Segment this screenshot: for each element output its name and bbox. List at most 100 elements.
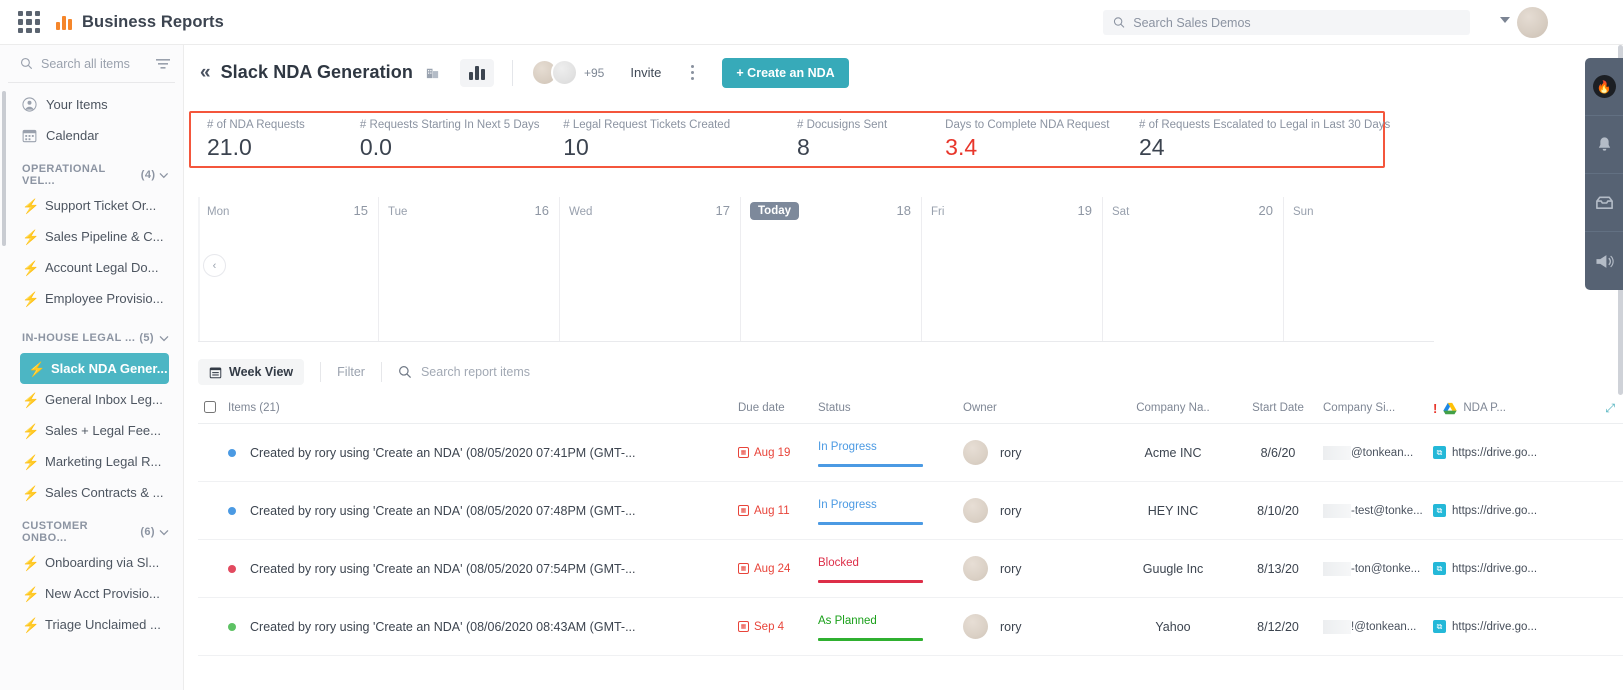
kpi-requests-next-5-days[interactable]: # Requests Starting In Next 5 Days 0.0 xyxy=(344,119,547,161)
row-nda-cell[interactable]: ⧉ https://drive.go... xyxy=(1433,504,1563,517)
header-start-date[interactable]: Start Date xyxy=(1233,402,1323,414)
row-status-cell[interactable]: In Progress xyxy=(818,439,963,467)
row-title-cell[interactable]: Created by rory using 'Create an NDA' (0… xyxy=(228,446,738,460)
sidebar-item-marketing-legal-review[interactable]: ⚡ Marketing Legal R... xyxy=(0,446,183,477)
row-company-name[interactable]: Acme INC xyxy=(1113,446,1233,460)
expand-table-icon[interactable]: ⤢ xyxy=(1605,401,1615,416)
row-nda-cell[interactable]: ⧉ https://drive.go... xyxy=(1433,620,1563,633)
sidebar-group-in-house-legal[interactable]: IN-HOUSE LEGAL ... (5) xyxy=(0,323,183,353)
row-status-cell[interactable]: Blocked xyxy=(818,555,963,583)
global-search-input[interactable] xyxy=(1133,16,1460,30)
row-nda-cell[interactable]: ⧉ https://drive.go... xyxy=(1433,562,1563,575)
collapse-sidebar-icon[interactable]: « xyxy=(200,62,209,84)
filter-button[interactable]: Filter xyxy=(337,365,365,379)
filter-icon[interactable] xyxy=(155,57,171,71)
calendar-day-sun[interactable]: Sun xyxy=(1284,197,1434,342)
row-owner-cell[interactable]: rory xyxy=(963,440,1113,465)
invite-button[interactable]: Invite xyxy=(630,65,661,80)
sidebar-group-operational-velocity[interactable]: OPERATIONAL VEL... (4) xyxy=(0,160,183,190)
row-nda-link[interactable]: https://drive.go... xyxy=(1452,447,1544,459)
sidebar-search[interactable] xyxy=(8,45,175,83)
kpi-escalated-last-30-days[interactable]: # of Requests Escalated to Legal in Last… xyxy=(1123,119,1383,161)
table-row[interactable]: Created by rory using 'Create an NDA' (0… xyxy=(198,424,1623,482)
table-row[interactable]: Created by rory using 'Create an NDA' (0… xyxy=(198,540,1623,598)
select-all-checkbox[interactable] xyxy=(204,401,216,413)
row-owner-cell[interactable]: rory xyxy=(963,614,1113,639)
sidebar-item-calendar[interactable]: Calendar xyxy=(0,120,183,151)
row-due-date-cell[interactable]: ▦ Aug 24 xyxy=(738,563,818,575)
row-title-cell[interactable]: Created by rory using 'Create an NDA' (0… xyxy=(228,562,738,576)
row-company-size-cell[interactable]: -test@tonke... xyxy=(1323,504,1433,518)
sidebar-search-input[interactable] xyxy=(41,57,153,71)
kpi-legal-tickets-created[interactable]: # Legal Request Tickets Created 10 xyxy=(547,119,781,161)
row-company-size-cell[interactable]: @tonkean... xyxy=(1323,446,1433,460)
row-company-name[interactable]: HEY INC xyxy=(1113,504,1233,518)
calendar-day-thu-today[interactable]: Today 18 xyxy=(741,197,922,342)
kebab-menu-icon[interactable] xyxy=(691,65,694,80)
row-due-date-cell[interactable]: ▦ Aug 11 xyxy=(738,505,818,517)
sidebar-item-support-ticket[interactable]: ⚡ Support Ticket Or... xyxy=(0,190,183,221)
rail-item-mascot[interactable]: 🔥 xyxy=(1585,58,1623,116)
calendar-day-sat[interactable]: Sat 20 xyxy=(1103,197,1284,342)
row-start-date[interactable]: 8/12/20 xyxy=(1233,620,1323,634)
sidebar-item-your-items[interactable]: Your Items xyxy=(0,89,183,120)
row-title-cell[interactable]: Created by rory using 'Create an NDA' (0… xyxy=(228,620,738,634)
row-owner-cell[interactable]: rory xyxy=(963,556,1113,581)
create-nda-button[interactable]: + Create an NDA xyxy=(722,58,848,88)
row-due-date-cell[interactable]: ▦ Aug 19 xyxy=(738,447,818,459)
sidebar-item-employee-provisioning[interactable]: ⚡ Employee Provisio... xyxy=(0,283,183,314)
avatar-overflow-count[interactable]: +95 xyxy=(584,66,604,80)
row-start-date[interactable]: 8/10/20 xyxy=(1233,504,1323,518)
row-start-date[interactable]: 8/6/20 xyxy=(1233,446,1323,460)
chevron-down-icon[interactable] xyxy=(159,529,169,536)
row-status-cell[interactable]: As Planned xyxy=(818,613,963,641)
row-company-size-cell[interactable]: !@tonkean... xyxy=(1323,620,1433,634)
row-start-date[interactable]: 8/13/20 xyxy=(1233,562,1323,576)
chevron-down-icon[interactable] xyxy=(159,172,169,179)
row-due-date-cell[interactable]: ▦ Sep 4 xyxy=(738,621,818,633)
calendar-day-fri[interactable]: Fri 19 xyxy=(922,197,1103,342)
rail-item-inbox[interactable] xyxy=(1585,174,1623,232)
kpi-nda-requests[interactable]: # of NDA Requests 21.0 xyxy=(191,119,344,161)
sidebar-item-account-legal[interactable]: ⚡ Account Legal Do... xyxy=(0,252,183,283)
report-search[interactable] xyxy=(398,365,641,379)
header-company-size[interactable]: Company Si... xyxy=(1323,402,1433,414)
row-title-cell[interactable]: Created by rory using 'Create an NDA' (0… xyxy=(228,504,738,518)
header-company-name[interactable]: Company Na.. xyxy=(1113,402,1233,414)
kpi-days-to-complete[interactable]: Days to Complete NDA Request 3.4 xyxy=(929,119,1123,161)
header-items[interactable]: Items (21) xyxy=(228,402,738,414)
header-owner[interactable]: Owner xyxy=(963,402,1113,414)
header-due-date[interactable]: Due date xyxy=(738,402,818,414)
week-view-button[interactable]: Week View xyxy=(198,359,304,385)
global-search[interactable] xyxy=(1103,10,1470,35)
sidebar-item-general-inbox-legal[interactable]: ⚡ General Inbox Leg... xyxy=(0,384,183,415)
brand[interactable]: Business Reports xyxy=(56,13,224,32)
member-avatars[interactable]: +95 xyxy=(531,59,604,86)
row-owner-cell[interactable]: rory xyxy=(963,498,1113,523)
sidebar-item-sales-legal-feedback[interactable]: ⚡ Sales + Legal Fee... xyxy=(0,415,183,446)
kpi-docusigns-sent[interactable]: # Docusigns Sent 8 xyxy=(781,119,929,161)
sidebar-item-sales-contracts[interactable]: ⚡ Sales Contracts & ... xyxy=(0,477,183,508)
user-avatar[interactable] xyxy=(1517,7,1548,38)
sidebar-item-onboarding-via-slack[interactable]: ⚡ Onboarding via Sl... xyxy=(0,547,183,578)
calendar-day-wed[interactable]: Wed 17 xyxy=(560,197,741,342)
chart-view-button[interactable] xyxy=(460,59,494,87)
calendar-day-tue[interactable]: Tue 16 xyxy=(379,197,560,342)
row-nda-link[interactable]: https://drive.go... xyxy=(1452,621,1544,633)
rail-item-announcements[interactable] xyxy=(1585,232,1623,290)
row-status-cell[interactable]: In Progress xyxy=(818,497,963,525)
sidebar-scrollbar[interactable] xyxy=(2,91,6,246)
sidebar-item-triage-unclaimed[interactable]: ⚡ Triage Unclaimed ... xyxy=(0,609,183,640)
sidebar-item-new-acct-provisioning[interactable]: ⚡ New Acct Provisio... xyxy=(0,578,183,609)
select-all-checkbox-cell[interactable] xyxy=(198,401,228,416)
rail-item-notifications[interactable] xyxy=(1585,116,1623,174)
chevron-down-icon[interactable] xyxy=(159,335,169,342)
calendar-prev-week-button[interactable]: ‹ xyxy=(203,254,226,277)
sidebar-item-sales-pipeline[interactable]: ⚡ Sales Pipeline & C... xyxy=(0,221,183,252)
row-nda-link[interactable]: https://drive.go... xyxy=(1452,563,1544,575)
header-nda-pdf[interactable]: ! NDA P... xyxy=(1433,401,1563,416)
row-company-name[interactable]: Yahoo xyxy=(1113,620,1233,634)
row-nda-cell[interactable]: ⧉ https://drive.go... xyxy=(1433,446,1563,459)
table-row[interactable]: Created by rory using 'Create an NDA' (0… xyxy=(198,482,1623,540)
building-icon[interactable] xyxy=(425,65,440,80)
